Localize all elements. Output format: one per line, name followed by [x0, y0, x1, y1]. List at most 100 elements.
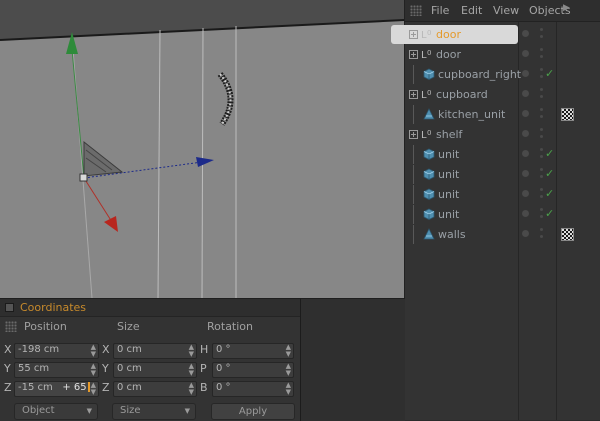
editor-visibility-icon[interactable] [540, 128, 543, 131]
visibility-dot-icon[interactable] [522, 170, 529, 177]
3d-viewport[interactable] [0, 0, 404, 298]
render-visibility-icon[interactable] [540, 115, 543, 118]
stepper-icon[interactable]: ▲ ▼ [189, 382, 194, 396]
editor-visibility-icon[interactable] [540, 228, 543, 231]
stepper-icon[interactable]: ▲ ▼ [286, 344, 291, 358]
object-row-unit[interactable]: unit ✓ [405, 205, 600, 224]
svg-text:0: 0 [427, 129, 431, 137]
enabled-check-icon[interactable]: ✓ [545, 187, 554, 200]
coordinates-title: Coordinates [20, 301, 87, 314]
stepper-icon[interactable]: ▲ ▼ [91, 363, 96, 377]
rotation-p-field[interactable]: 0 ° ▲ ▼ [212, 362, 294, 378]
object-row-cupboard[interactable]: L 0 cupboard [405, 85, 600, 104]
editor-visibility-icon[interactable] [540, 208, 543, 211]
object-row-kitchen-unit[interactable]: kitchen_unit [405, 105, 600, 124]
stepper-icon[interactable]: ▲ ▼ [286, 382, 291, 396]
enabled-check-icon[interactable]: ✓ [545, 147, 554, 160]
object-name: kitchen_unit [438, 108, 506, 121]
visibility-dot-icon[interactable] [522, 70, 529, 77]
render-visibility-icon[interactable] [540, 135, 543, 138]
visibility-dot-icon[interactable] [522, 110, 529, 117]
viewport-canvas[interactable] [0, 0, 404, 298]
tree-line [413, 65, 414, 84]
visibility-dot-icon[interactable] [522, 210, 529, 217]
menu-more-arrow-icon[interactable]: ▶ [563, 3, 570, 13]
size-y-field[interactable]: 0 cm ▲ ▼ [113, 362, 197, 378]
object-row-cupboard-right[interactable]: cupboard_right ✓ [405, 65, 600, 84]
expand-icon[interactable] [409, 90, 418, 99]
menu-edit[interactable]: Edit [461, 4, 482, 17]
render-visibility-icon[interactable] [540, 75, 543, 78]
position-z-field[interactable]: -15 cm + 65 ▲ ▼ [14, 381, 99, 397]
visibility-dot-icon[interactable] [522, 50, 529, 57]
visibility-dot-icon[interactable] [522, 190, 529, 197]
editor-visibility-icon[interactable] [540, 68, 543, 71]
panel-grip-icon[interactable] [5, 321, 17, 332]
expand-icon[interactable] [409, 30, 418, 39]
position-z-value: -15 cm + 65 [18, 382, 90, 393]
position-y-field[interactable]: 55 cm ▲ ▼ [14, 362, 99, 378]
editor-visibility-icon[interactable] [540, 188, 543, 191]
panel-grip-icon[interactable] [410, 5, 422, 16]
position-x-field[interactable]: -198 cm ▲ ▼ [14, 343, 99, 359]
position-x-value: -198 cm [18, 344, 60, 355]
stepper-icon[interactable]: ▲ ▼ [286, 363, 291, 377]
visibility-dot-icon[interactable] [522, 90, 529, 97]
coordinate-mode-value: Object [22, 405, 55, 416]
menu-view[interactable]: View [493, 4, 519, 17]
editor-visibility-icon[interactable] [540, 148, 543, 151]
expand-icon[interactable] [409, 130, 418, 139]
enabled-check-icon[interactable]: ✓ [545, 167, 554, 180]
object-row-unit[interactable]: unit ✓ [405, 145, 600, 164]
render-visibility-icon[interactable] [540, 55, 543, 58]
editor-visibility-icon[interactable] [540, 108, 543, 111]
polygon-object-icon [423, 208, 435, 220]
editor-visibility-icon[interactable] [540, 168, 543, 171]
object-row-shelf[interactable]: L 0 shelf [405, 125, 600, 144]
object-row-door[interactable]: L 0 door [391, 25, 600, 44]
stepper-icon[interactable]: ▲ ▼ [189, 363, 194, 377]
rotation-b-field[interactable]: 0 ° ▲ ▼ [212, 381, 294, 397]
editor-visibility-icon[interactable] [540, 28, 543, 31]
rotation-h-field[interactable]: 0 ° ▲ ▼ [212, 343, 294, 359]
coordinate-mode-dropdown[interactable]: Object ▼ [14, 403, 98, 420]
menu-file[interactable]: File [431, 4, 449, 17]
stepper-icon[interactable]: ▲ ▼ [91, 344, 96, 358]
stepper-icon[interactable]: ▲ ▼ [189, 344, 194, 358]
visibility-dot-icon[interactable] [522, 230, 529, 237]
object-name: cupboard [436, 88, 488, 101]
render-visibility-icon[interactable] [540, 155, 543, 158]
object-row-unit[interactable]: unit ✓ [405, 185, 600, 204]
editor-visibility-icon[interactable] [540, 88, 543, 91]
render-visibility-icon[interactable] [540, 175, 543, 178]
render-visibility-icon[interactable] [540, 235, 543, 238]
expand-icon[interactable] [409, 50, 418, 59]
render-visibility-icon[interactable] [540, 95, 543, 98]
object-name: door [436, 48, 461, 61]
polygon-object-icon [423, 188, 435, 200]
size-mode-dropdown[interactable]: Size ▼ [112, 403, 196, 420]
object-row-unit[interactable]: unit ✓ [405, 165, 600, 184]
rotation-h-value: 0 ° [216, 344, 231, 355]
size-z-field[interactable]: 0 cm ▲ ▼ [113, 381, 197, 397]
texture-tag-icon[interactable] [561, 228, 574, 241]
stepper-icon[interactable]: ▲ ▼ [91, 382, 96, 396]
object-row-door[interactable]: L 0 door [405, 45, 600, 64]
panel-toggle-icon[interactable] [5, 303, 14, 312]
enabled-check-icon[interactable]: ✓ [545, 207, 554, 220]
rotation-header: Rotation [207, 320, 254, 333]
visibility-dot-icon[interactable] [522, 130, 529, 137]
render-visibility-icon[interactable] [540, 35, 543, 38]
enabled-check-icon[interactable]: ✓ [545, 67, 554, 80]
visibility-dot-icon[interactable] [522, 150, 529, 157]
editor-visibility-icon[interactable] [540, 48, 543, 51]
texture-tag-icon[interactable] [561, 108, 574, 121]
render-visibility-icon[interactable] [540, 195, 543, 198]
position-z-typed: + 65 [62, 382, 87, 393]
object-row-walls[interactable]: walls [405, 225, 600, 244]
apply-button[interactable]: Apply [211, 403, 295, 420]
render-visibility-icon[interactable] [540, 215, 543, 218]
visibility-dot-icon[interactable] [522, 30, 529, 37]
axis-label-p: P [200, 362, 207, 375]
size-x-field[interactable]: 0 cm ▲ ▼ [113, 343, 197, 359]
